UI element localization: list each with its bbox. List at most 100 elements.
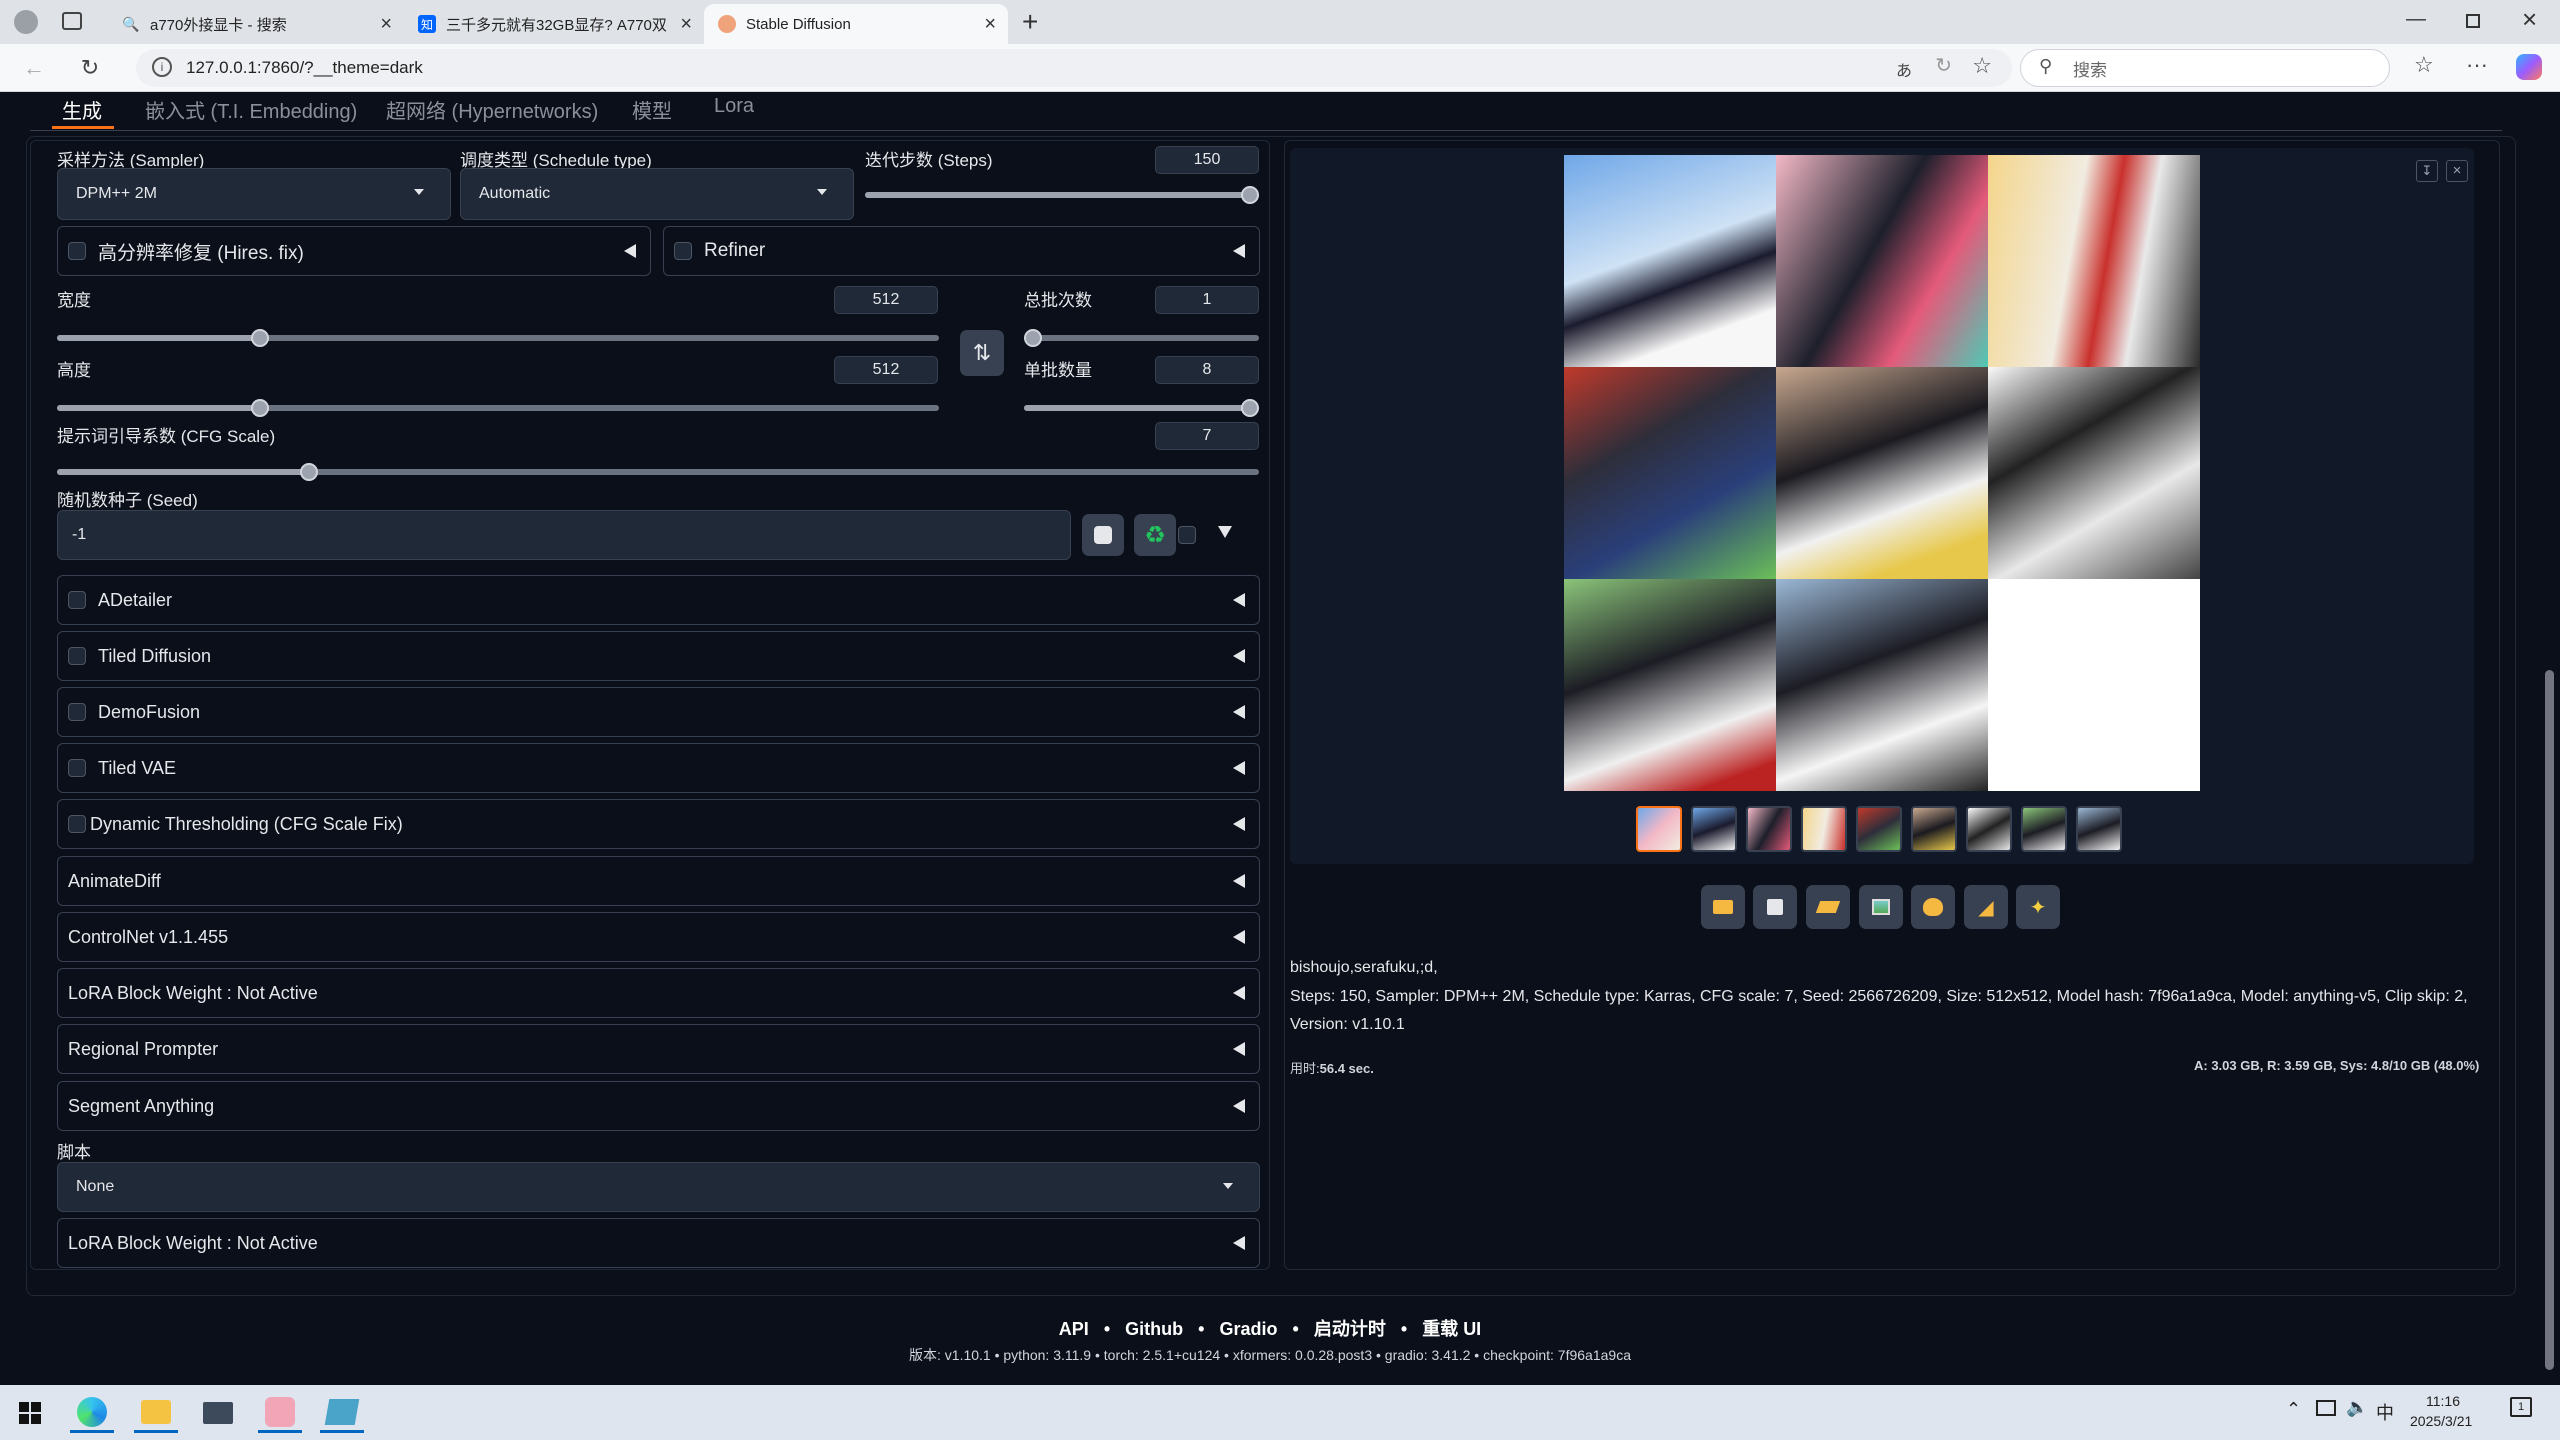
schedule-dropdown[interactable]: Automatic [460,168,854,220]
collapse-triangle-icon[interactable] [1233,1099,1245,1113]
collapse-triangle-icon[interactable] [1233,1042,1245,1056]
tab-lora[interactable]: Lora [714,95,754,118]
thumbnail-1[interactable] [1691,806,1737,852]
edge-icon[interactable] [70,1393,114,1433]
slider-handle[interactable] [250,329,269,347]
zip-button[interactable] [1806,885,1850,929]
slider-handle[interactable] [250,399,269,417]
back-icon[interactable]: ← [20,54,48,82]
collapse-triangle-icon[interactable] [1233,930,1245,944]
accordion-segment-anything[interactable]: Segment Anything [57,1081,1260,1131]
seed-input[interactable]: -1 [57,510,1071,560]
extra-seed-checkbox[interactable] [1178,526,1196,544]
hires-fix-checkbox[interactable] [68,242,86,260]
app-icon-anime[interactable] [258,1393,302,1433]
collapse-triangle-icon[interactable] [1233,244,1245,258]
tab-actions-icon[interactable] [62,12,82,30]
tab-zhihu[interactable]: 知 三千多元就有32GB显存? A770双 × [404,4,704,44]
mail-icon[interactable] [196,1393,240,1433]
save-button[interactable] [1753,885,1797,929]
slider-handle[interactable] [300,463,319,481]
footer-link-gradio[interactable]: Gradio [1219,1319,1277,1339]
script-dropdown[interactable]: None [57,1162,1260,1212]
collapse-triangle-icon[interactable] [1233,817,1245,831]
steps-slider[interactable] [865,185,1259,205]
profile-icon[interactable] [14,10,38,34]
width-number-input[interactable]: 512 [834,286,938,314]
swap-dimensions-button[interactable]: ⇅ [960,330,1004,376]
thumbnail-5[interactable] [1911,806,1957,852]
cfg-slider[interactable] [57,462,1259,482]
new-tab-icon[interactable]: + [1022,6,1038,38]
accordion-adetailer[interactable]: ADetailer [57,575,1260,625]
window-close-icon[interactable]: × [2522,4,2537,35]
hires-fix-accordion[interactable]: 高分辨率修复 (Hires. fix) [57,226,651,276]
tab-stable-diffusion[interactable]: Stable Diffusion × [704,4,1008,44]
collapse-triangle-icon[interactable] [1233,1236,1245,1250]
close-icon[interactable]: × [680,13,692,36]
accordion-animatediff[interactable]: AnimateDiff [57,856,1260,906]
collapse-triangle-icon[interactable] [1233,649,1245,663]
cfg-number-input[interactable]: 7 [1155,422,1259,450]
file-explorer-icon[interactable] [134,1393,178,1433]
collapse-triangle-icon[interactable] [1233,986,1245,1000]
width-slider[interactable] [57,328,939,348]
random-seed-button[interactable] [1082,514,1124,556]
refiner-checkbox[interactable] [674,242,692,260]
thumbnail-8[interactable] [2076,806,2122,852]
output-grid-image[interactable] [1564,155,2200,791]
accordion-tiled-diffusion[interactable]: Tiled Diffusion [57,631,1260,681]
collapse-triangle-icon[interactable] [1233,593,1245,607]
reuse-seed-button[interactable]: ♻ [1134,514,1176,556]
extra-seed-toggle-icon[interactable] [1218,526,1232,538]
thumbnail-2[interactable] [1746,806,1792,852]
height-number-input[interactable]: 512 [834,356,938,384]
collapse-triangle-icon[interactable] [624,244,636,258]
close-icon[interactable]: × [380,13,392,36]
scrollbar-thumb[interactable] [2545,670,2554,1370]
info-icon[interactable]: i [152,57,172,77]
batch-size-slider[interactable] [1024,398,1259,418]
minimize-icon[interactable]: — [2406,8,2426,31]
notification-icon[interactable]: 1 [2510,1397,2532,1417]
tab-embedding[interactable]: 嵌入式 (T.I. Embedding) [145,95,357,124]
copilot-icon[interactable] [2516,54,2542,80]
open-folder-button[interactable] [1701,885,1745,929]
footer-link-github[interactable]: Github [1125,1319,1183,1339]
refresh-page-icon[interactable]: ↻ [1935,53,1952,78]
download-icon[interactable]: ↧ [2416,160,2438,182]
tab-models[interactable]: 模型 [632,95,672,124]
url-field[interactable]: i 127.0.0.1:7860/?__theme=dark あ ↻ ☆ [136,49,2012,87]
accordion-controlnet[interactable]: ControlNet v1.1.455 [57,912,1260,962]
slider-handle[interactable] [1241,399,1259,417]
reload-icon[interactable]: ↻ [76,54,104,82]
collapse-triangle-icon[interactable] [1233,761,1245,775]
height-slider[interactable] [57,398,939,418]
thumbnail-7[interactable] [2021,806,2067,852]
steps-number-input[interactable]: 150 [1155,146,1259,174]
footer-link-startup-profile[interactable]: 启动计时 [1314,1319,1386,1339]
sparkle-button[interactable]: ✦ [2016,885,2060,929]
close-icon[interactable]: × [984,13,996,36]
sampler-dropdown[interactable]: DPM++ 2M [57,168,451,220]
search-input[interactable]: ⚲ 搜索 [2020,49,2390,87]
footer-link-api[interactable]: API [1059,1319,1089,1339]
thumbnail-3[interactable] [1801,806,1847,852]
refiner-accordion[interactable]: Refiner [663,226,1260,276]
ime-indicator[interactable]: 中 [2376,1399,2394,1425]
favorite-star-icon[interactable]: ☆ [1972,53,1992,79]
favorites-icon[interactable]: ☆ [2414,52,2434,78]
translate-icon[interactable]: あ [1896,57,1912,81]
thumbnail-4[interactable] [1856,806,1902,852]
batch-size-input[interactable]: 8 [1155,356,1259,384]
clock-time[interactable]: 11:16 [2426,1393,2460,1409]
send-to-inpaint-button[interactable] [1911,885,1955,929]
send-to-img2img-button[interactable] [1859,885,1903,929]
restore-icon[interactable] [2466,14,2480,28]
collapse-triangle-icon[interactable] [1233,874,1245,888]
batch-count-slider[interactable] [1024,328,1259,348]
network-icon[interactable] [2316,1400,2336,1416]
collapse-triangle-icon[interactable] [1233,705,1245,719]
accordion-checkbox[interactable] [68,591,86,609]
slider-handle[interactable] [1024,329,1042,347]
